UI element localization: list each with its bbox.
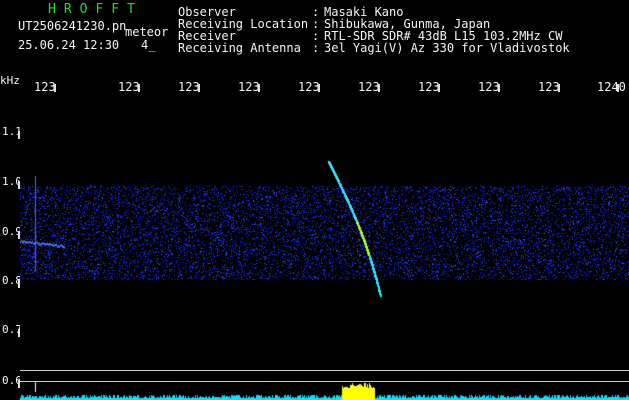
info-row-antenna: Receiving Antenna:3el Yagi(V) Az 330 for… xyxy=(178,42,570,54)
x-tick-label: 123 xyxy=(358,80,380,94)
meteor-count: 4_ xyxy=(141,38,156,52)
meteor-tag: meteor xyxy=(125,25,169,39)
x-tick-label: 123 xyxy=(478,80,500,94)
y-axis-unit: kHz xyxy=(0,74,20,87)
x-tick-label: 123 xyxy=(118,80,140,94)
y-tick-mark xyxy=(18,131,20,139)
x-tick-mark xyxy=(438,84,440,92)
info-value: 3el Yagi(V) Az 330 for Vladivostok xyxy=(324,41,570,55)
x-tick-mark xyxy=(258,84,260,92)
y-tick-mark xyxy=(18,280,20,288)
x-tick-label: 123 xyxy=(34,80,56,94)
x-tick-mark xyxy=(498,84,500,92)
baseline-upper-line xyxy=(20,370,629,371)
x-tick-mark xyxy=(138,84,140,92)
spectrogram-canvas xyxy=(20,96,629,400)
y-tick-mark xyxy=(18,380,20,388)
x-tick-label: 123 xyxy=(178,80,200,94)
x-tick-label: 123 xyxy=(298,80,320,94)
x-tick-mark xyxy=(378,84,380,92)
x-tick-label: 1240 xyxy=(597,80,626,94)
header: HROFFT UT2506241230.pn meteor 25.06.24 1… xyxy=(0,0,629,72)
x-tick-mark xyxy=(54,84,56,92)
baseline-lower-line xyxy=(20,381,629,382)
x-tick-mark xyxy=(617,84,619,92)
x-tick-label: 123 xyxy=(418,80,440,94)
x-tick-mark xyxy=(318,84,320,92)
filename: UT2506241230.pn xyxy=(18,19,127,33)
x-tick-label: 123 xyxy=(538,80,560,94)
datetime: 25.06.24 12:30 xyxy=(18,38,120,52)
x-tick-label: 123 xyxy=(238,80,260,94)
x-tick-mark xyxy=(558,84,560,92)
x-tick-mark xyxy=(198,84,200,92)
y-tick-mark xyxy=(18,231,20,239)
y-tick-mark xyxy=(18,181,20,189)
app-title: HROFFT xyxy=(48,2,143,17)
y-tick-mark xyxy=(18,329,20,337)
info-label: Receiving Antenna xyxy=(178,41,301,55)
info-separator: : xyxy=(312,41,320,55)
